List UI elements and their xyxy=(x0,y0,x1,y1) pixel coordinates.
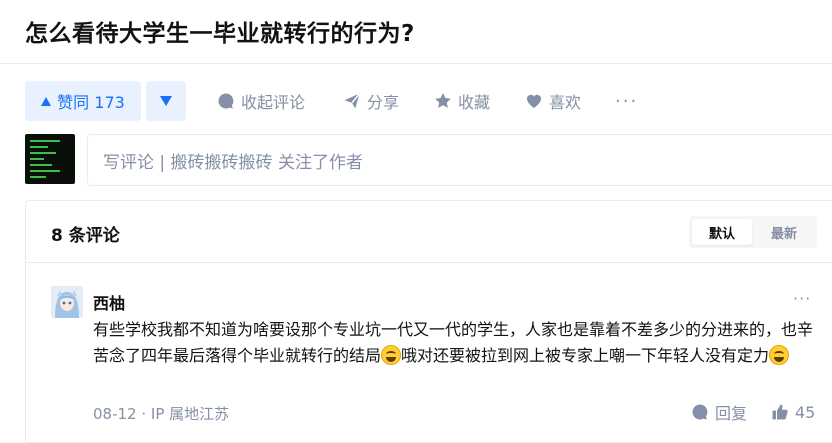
sort-default-tab[interactable]: 默认 xyxy=(692,219,752,245)
question-header: 怎么看待大学生一毕业就转行的行为? xyxy=(0,0,832,64)
comments-count: 8 条评论 xyxy=(51,226,120,246)
comment-like-count: 45 xyxy=(795,402,816,422)
question-title[interactable]: 怎么看待大学生一毕业就转行的行为? xyxy=(25,14,415,48)
avatar-scanline xyxy=(30,152,56,154)
collapse-comments-button[interactable]: 收起评论 xyxy=(217,81,305,121)
comment-composer: 写评论 | 搬砖搬砖搬砖 关注了作者 xyxy=(25,134,832,186)
comments-sort-toggle: 默认 最新 xyxy=(689,216,817,248)
avatar-scanline xyxy=(30,170,60,172)
reply-label: 回复 xyxy=(715,404,748,423)
sort-latest-tab[interactable]: 最新 xyxy=(754,219,814,245)
collapse-comments-label: 收起评论 xyxy=(241,93,306,112)
avatar-scanline xyxy=(30,164,52,166)
share-label: 分享 xyxy=(367,93,400,112)
page: 怎么看待大学生一毕业就转行的行为? 赞同 173 收起评论 分享 收藏 喜欢 ·… xyxy=(0,0,832,443)
avatar-scanline xyxy=(30,176,46,178)
answer-action-bar: 赞同 173 收起评论 分享 收藏 喜欢 ··· xyxy=(25,81,825,121)
reply-bubble-icon xyxy=(692,404,708,420)
downvote-arrow-icon xyxy=(160,96,172,106)
downvote-button[interactable] xyxy=(146,81,186,121)
like-button[interactable]: 喜欢 xyxy=(525,81,581,121)
reply-button[interactable]: 回复 xyxy=(691,401,747,423)
my-avatar[interactable] xyxy=(25,134,75,184)
comment-icon xyxy=(218,93,234,109)
avatar-scanline xyxy=(30,140,60,142)
comment-more-button[interactable]: ··· xyxy=(793,289,811,308)
star-icon xyxy=(435,93,451,108)
more-actions-button[interactable]: ··· xyxy=(615,81,638,121)
comment-meta: 08-12 · IP 属地江苏 xyxy=(93,405,230,423)
favorite-button[interactable]: 收藏 xyxy=(434,81,490,121)
upvote-button[interactable]: 赞同 173 xyxy=(25,81,141,121)
comment-item: 西柚 ··· 有些学校我都不知道为啥要设那个专业坑一代又一代的学生，人家也是靠着… xyxy=(26,263,832,443)
commenter-name[interactable]: 西柚 xyxy=(93,290,125,314)
laughing-emoji-icon xyxy=(381,345,402,365)
commenter-avatar[interactable] xyxy=(51,286,83,318)
anime-avatar-icon xyxy=(51,286,83,318)
avatar-scanline xyxy=(30,158,44,160)
comment-input[interactable]: 写评论 | 搬砖搬砖搬砖 关注了作者 xyxy=(87,134,832,186)
upvote-label: 赞同 173 xyxy=(57,93,125,112)
comment-text-part2: 哦对还要被拉到网上被专家上嘲一下年轻人没有定力 xyxy=(401,346,770,365)
thumbs-up-icon xyxy=(772,404,788,420)
like-label: 喜欢 xyxy=(549,93,582,112)
comments-header: 8 条评论 默认 最新 xyxy=(26,201,832,263)
favorite-label: 收藏 xyxy=(458,93,491,112)
upvote-arrow-icon xyxy=(41,96,52,106)
answer-panel: 赞同 173 收起评论 分享 收藏 喜欢 ··· 写评论 | 搬砖搬砖搬砖 关注… xyxy=(0,64,832,443)
laughing-emoji-icon xyxy=(769,345,790,365)
share-button[interactable]: 分享 xyxy=(343,81,399,121)
heart-icon xyxy=(526,94,542,108)
comment-like-button[interactable]: 45 xyxy=(771,401,815,423)
avatar-scanline xyxy=(30,146,48,148)
share-icon xyxy=(344,93,361,109)
comment-text: 有些学校我都不知道为啥要设那个专业坑一代又一代的学生，人家也是靠着不差多少的分进… xyxy=(93,317,823,369)
comments-section: 8 条评论 默认 最新 西柚 ··· 有些学校我都不知道为啥要设那个专业坑一代又… xyxy=(25,200,832,443)
